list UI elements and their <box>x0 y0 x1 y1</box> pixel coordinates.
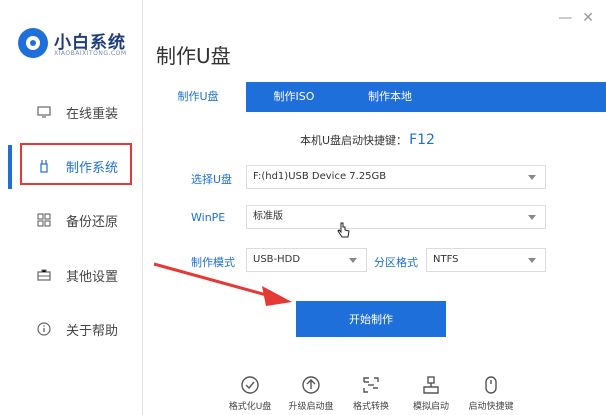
sidebar-item-label: 备份还原 <box>66 214 119 230</box>
chevron-down-icon <box>528 175 536 180</box>
sidebar-item-about-help[interactable]: 关于帮助 <box>0 309 142 349</box>
sidebar: 小白系统 XIAOBAIXITONG.COM 在线重装 制作系统 备份还原 其他… <box>0 0 143 415</box>
tool-boot-hotkey[interactable]: 启动快捷键 <box>461 375 521 412</box>
close-button[interactable]: ✕ <box>582 10 594 26</box>
monitor-icon <box>36 104 52 120</box>
partition-label: 分区格式 <box>374 256 418 269</box>
hotkey-value: F12 <box>409 132 435 148</box>
winpe-select[interactable]: 标准版 <box>246 205 546 229</box>
partition-value: NTFS <box>433 254 459 265</box>
tool-label: 升级启动盘 <box>288 402 334 412</box>
hand-cursor-icon <box>337 222 350 238</box>
sidebar-item-label: 关于帮助 <box>66 323 119 339</box>
tool-label: 启动快捷键 <box>468 402 514 412</box>
tool-label: 模拟启动 <box>412 402 449 412</box>
tab-make-local[interactable]: 制作本地 <box>342 82 438 112</box>
info-icon <box>36 321 52 337</box>
usb-device-select[interactable]: F:(hd1)USB Device 7.25GB <box>246 165 546 189</box>
convert-icon <box>363 377 379 393</box>
partition-select[interactable]: NTFS <box>426 248 546 272</box>
sidebar-item-online-reinstall[interactable]: 在线重装 <box>0 92 142 132</box>
mouse-icon <box>485 376 497 394</box>
winpe-label: WinPE <box>191 211 226 224</box>
window-controls: — ✕ <box>558 10 594 26</box>
tool-upgrade-boot[interactable]: 升级启动盘 <box>281 375 341 412</box>
chevron-down-icon <box>528 258 536 263</box>
tool-simulate-boot[interactable]: 模拟启动 <box>401 375 461 412</box>
tool-format-usb[interactable]: 格式化U盘 <box>220 375 280 412</box>
grid-icon <box>36 212 52 228</box>
start-make-button[interactable]: 开始制作 <box>296 301 446 337</box>
chevron-down-icon <box>528 215 536 220</box>
tool-label: 格式转换 <box>352 402 389 412</box>
app-logo: 小白系统 XIAOBAIXITONG.COM <box>18 28 138 62</box>
hotkey-label: 本机U盘启动快捷键： <box>300 134 408 147</box>
usb-device-value: F:(hd1)USB Device 7.25GB <box>253 171 387 182</box>
check-circle-icon <box>241 376 259 394</box>
sidebar-item-other-settings[interactable]: 其他设置 <box>0 255 142 295</box>
usb-hotkey-info: 本机U盘启动快捷键： F12 <box>300 132 435 148</box>
page-title: 制作U盘 <box>156 44 231 68</box>
select-usb-label: 选择U盘 <box>191 173 233 186</box>
winpe-value: 标准版 <box>253 211 283 222</box>
chevron-down-icon <box>349 258 357 263</box>
tab-bar: 制作U盘 制作ISO 制作本地 <box>150 82 606 112</box>
briefcase-icon <box>36 267 52 283</box>
tab-make-iso[interactable]: 制作ISO <box>246 82 342 112</box>
sidebar-item-backup-restore[interactable]: 备份还原 <box>0 200 142 240</box>
red-arrow-annotation <box>153 262 292 306</box>
minimize-button[interactable]: — <box>558 10 572 26</box>
red-highlight-box <box>20 143 132 185</box>
app-subtitle: XIAOBAIXITONG.COM <box>54 50 127 57</box>
tool-label: 格式化U盘 <box>228 402 272 412</box>
sidebar-item-label: 其他设置 <box>66 269 119 285</box>
logo-icon <box>18 28 48 58</box>
tool-format-convert[interactable]: 格式转换 <box>341 375 401 412</box>
sidebar-item-label: 在线重装 <box>66 106 119 122</box>
upload-circle-icon <box>302 376 320 394</box>
tab-make-usb[interactable]: 制作U盘 <box>150 82 246 112</box>
simulate-icon <box>423 376 439 394</box>
